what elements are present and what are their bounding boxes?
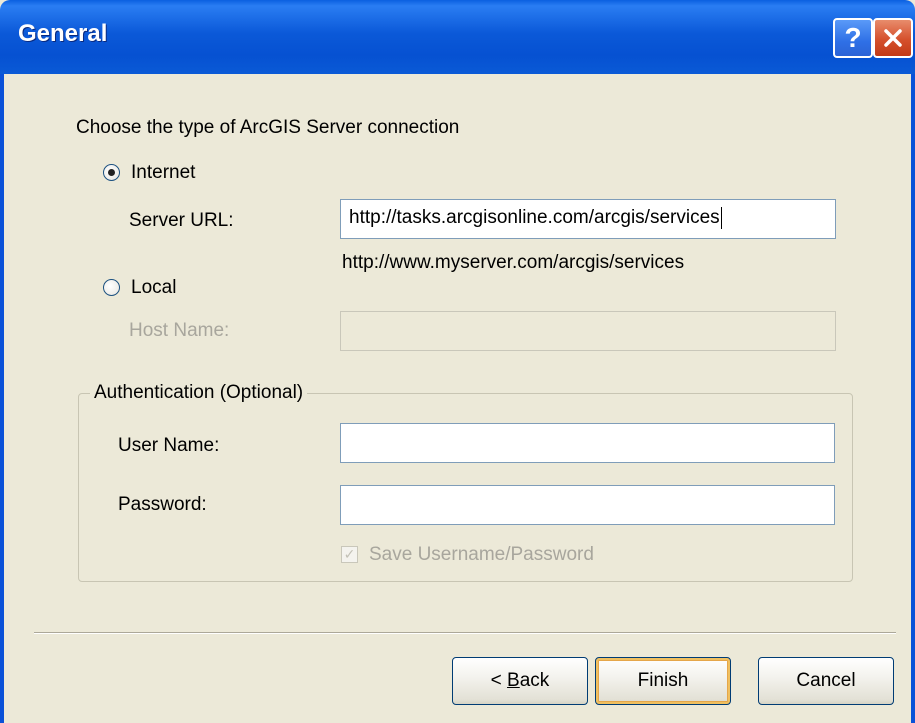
back-button-mnemonic: B bbox=[507, 670, 520, 691]
general-dialog: General ? Choose the type of ArcGIS Serv… bbox=[0, 0, 915, 723]
host-name-input[interactable] bbox=[340, 311, 836, 351]
internet-radio[interactable] bbox=[103, 164, 120, 181]
finish-button-label: Finish bbox=[637, 670, 689, 691]
connection-type-prompt: Choose the type of ArcGIS Server connect… bbox=[76, 117, 460, 138]
password-label: Password: bbox=[118, 494, 207, 515]
button-separator bbox=[34, 632, 896, 634]
authentication-legend: Authentication (Optional) bbox=[90, 382, 308, 404]
password-input[interactable] bbox=[340, 485, 835, 525]
help-icon: ? bbox=[844, 22, 862, 53]
local-radio[interactable] bbox=[103, 279, 120, 296]
title-bar[interactable]: General ? bbox=[0, 0, 915, 74]
server-url-label: Server URL: bbox=[129, 210, 234, 231]
close-icon bbox=[884, 29, 902, 47]
window-frame-right bbox=[911, 74, 915, 723]
server-url-example: http://www.myserver.com/arcgis/services bbox=[342, 252, 685, 273]
local-radio-label[interactable]: Local bbox=[131, 277, 176, 299]
user-name-input[interactable] bbox=[340, 423, 835, 463]
text-caret bbox=[720, 207, 722, 229]
back-button-rest: ack bbox=[519, 670, 550, 691]
close-button[interactable] bbox=[873, 18, 913, 58]
checkmark-icon: ✓ bbox=[343, 546, 356, 562]
dialog-title: General bbox=[18, 20, 108, 47]
save-credentials-checkbox[interactable]: ✓ bbox=[341, 546, 358, 563]
save-credentials-label[interactable]: Save Username/Password bbox=[369, 544, 594, 566]
server-url-value: http://tasks.arcgisonline.com/arcgis/ser… bbox=[349, 207, 720, 229]
back-button-prefix: < bbox=[490, 670, 508, 691]
cancel-button-label: Cancel bbox=[796, 670, 856, 691]
help-button[interactable]: ? bbox=[833, 18, 873, 58]
window-frame-left bbox=[0, 74, 4, 723]
server-url-input[interactable]: http://tasks.arcgisonline.com/arcgis/ser… bbox=[340, 199, 836, 239]
user-name-label: User Name: bbox=[118, 435, 220, 456]
cancel-button[interactable]: Cancel bbox=[758, 657, 894, 705]
finish-button[interactable]: Finish bbox=[595, 657, 731, 705]
internet-radio-label[interactable]: Internet bbox=[131, 162, 195, 184]
back-button[interactable]: < Back bbox=[452, 657, 588, 705]
host-name-label: Host Name: bbox=[129, 320, 230, 341]
